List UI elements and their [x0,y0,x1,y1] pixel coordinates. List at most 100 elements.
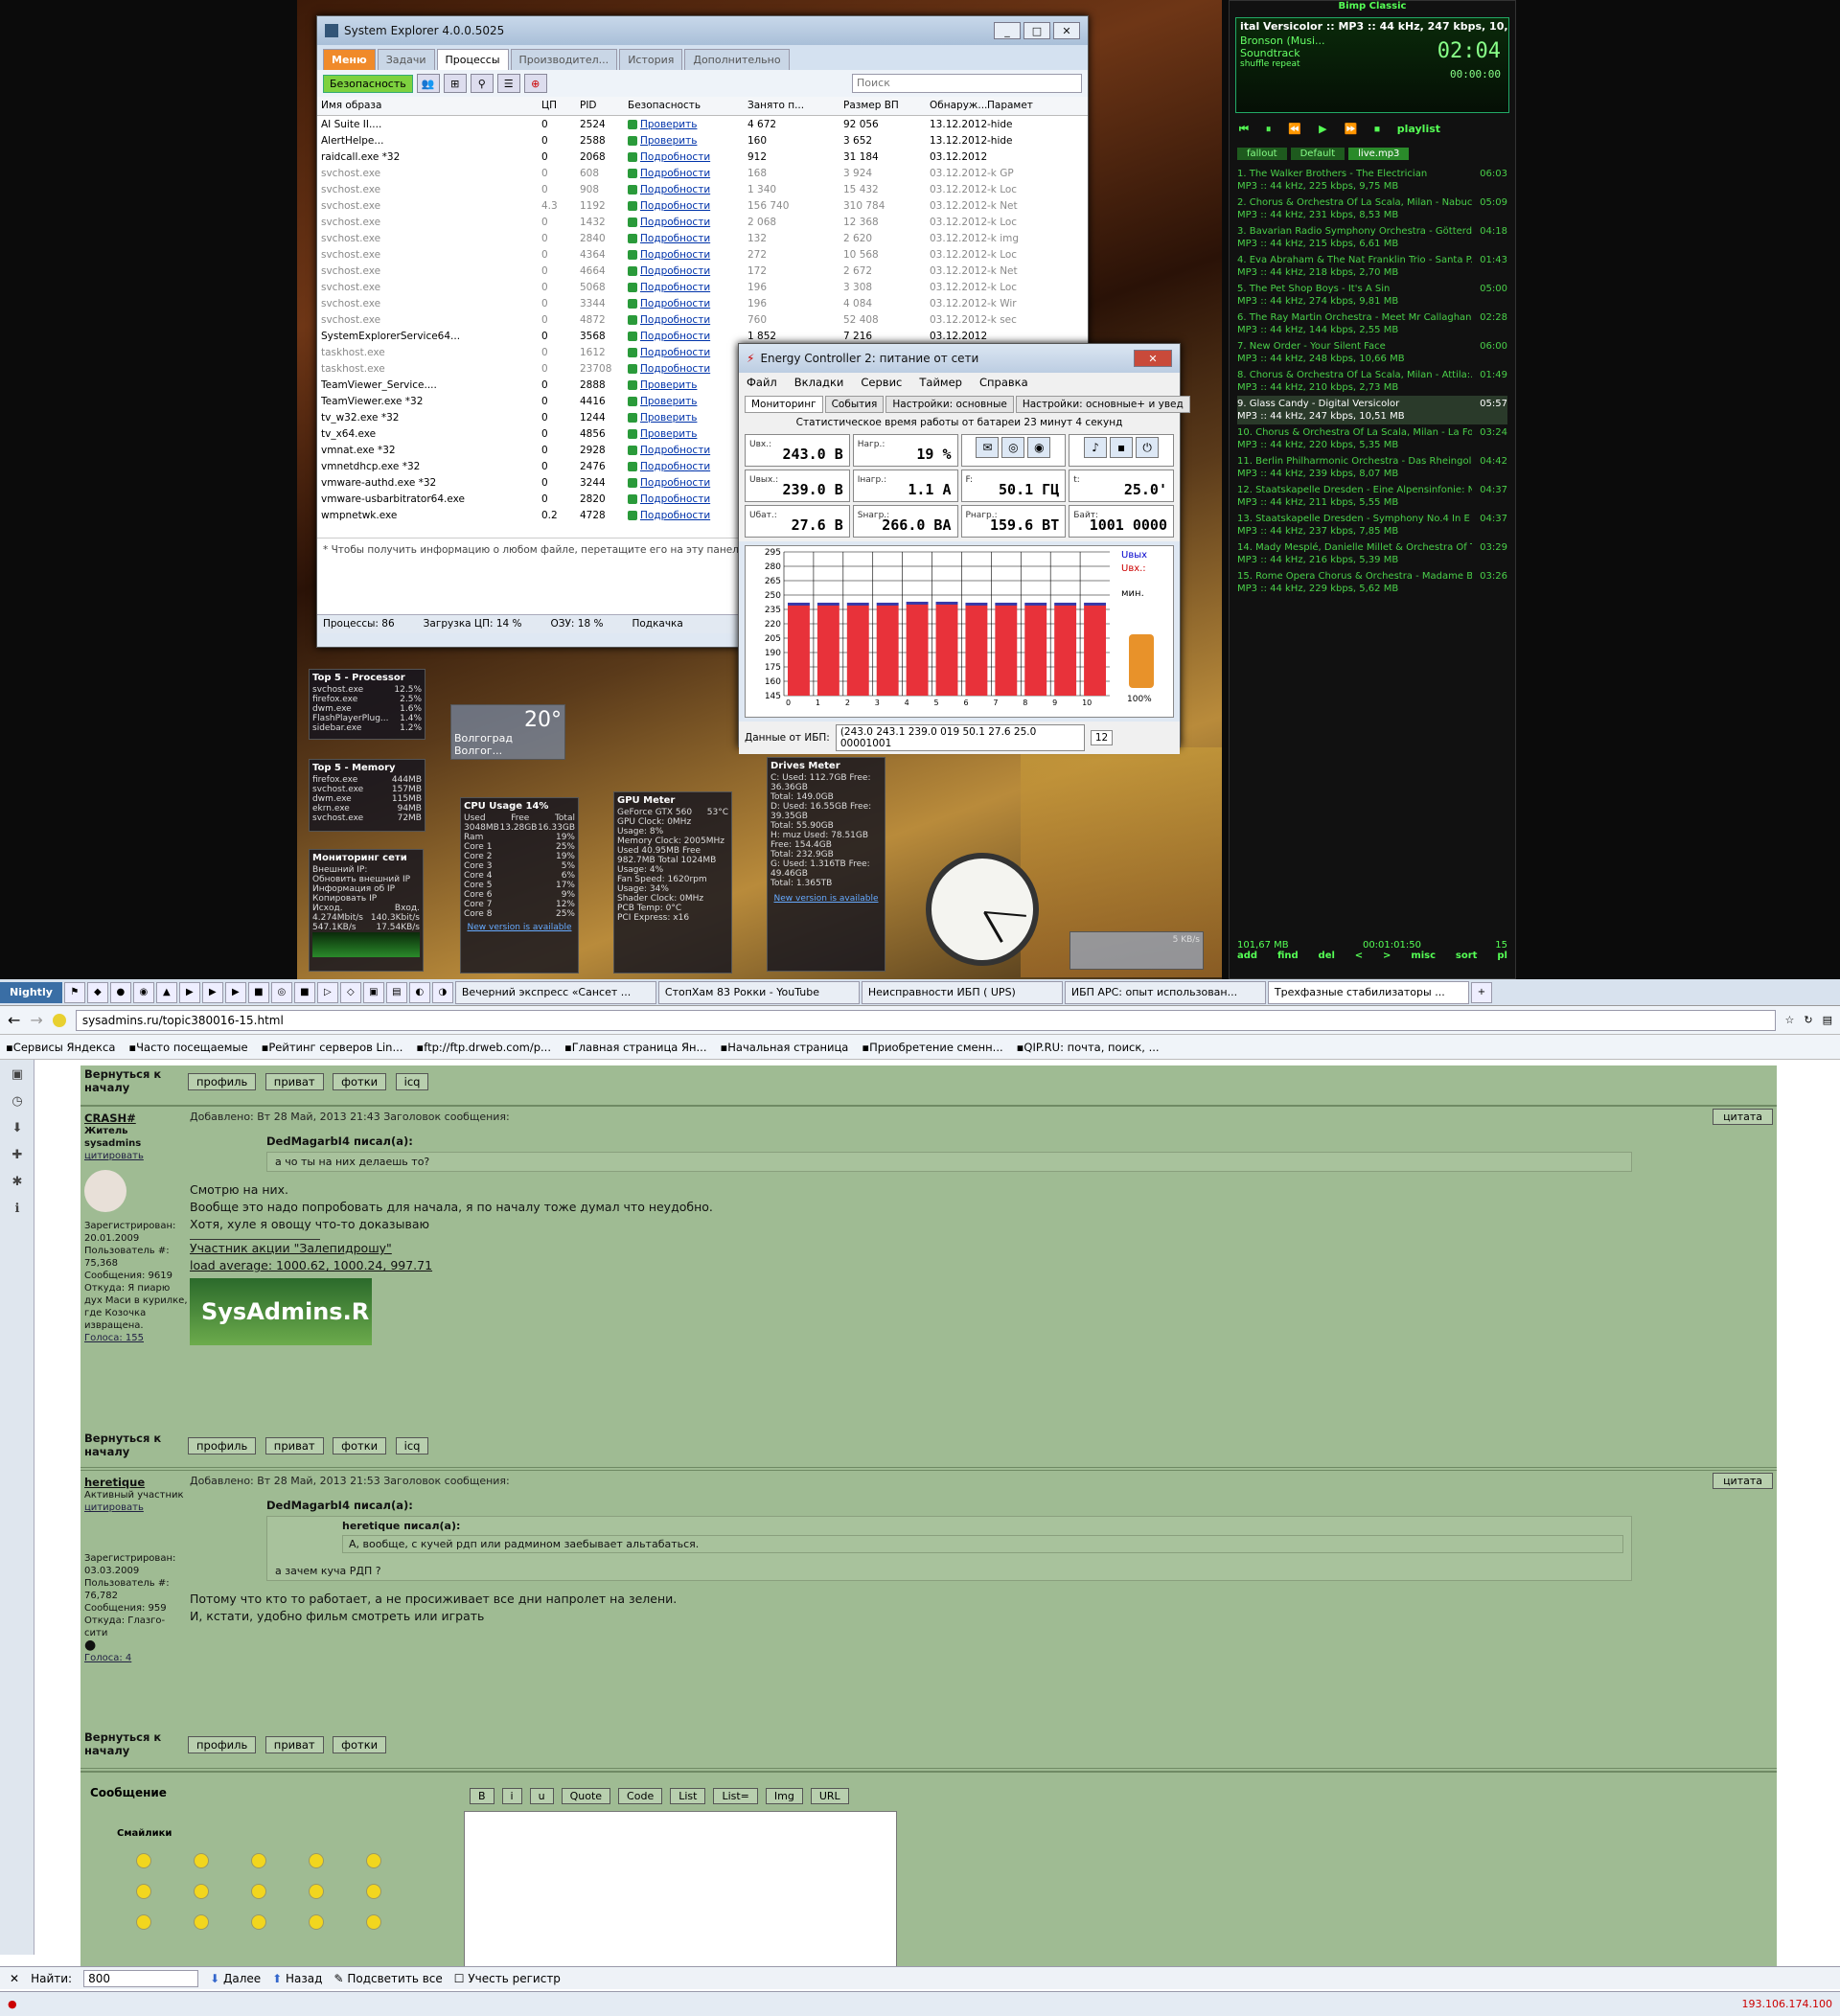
tab-youtube[interactable]: СтопХам 83 Рокки - YouTube [657,980,860,1004]
smiley-icon[interactable] [194,1884,209,1899]
playlist-item[interactable]: 14. Mady Mesplé, Danielle Millet & Orche… [1237,539,1507,568]
smiley-icon[interactable] [136,1914,151,1930]
playlist-item[interactable]: 11. Berlin Philharmonic Orchestra - Das … [1237,453,1507,482]
reload-icon[interactable]: ↻ [1804,1014,1812,1026]
info-side-icon[interactable]: ℹ [8,1202,27,1221]
smiley-icon[interactable] [194,1914,209,1930]
security-link[interactable]: Подробности [640,217,710,228]
preset-fallout[interactable]: fallout [1237,148,1287,160]
playlist-item[interactable]: 7. New Order - Your Silent Face MP3 :: 44… [1237,338,1507,367]
pinned-tab[interactable]: ▷ [316,981,338,1003]
security-link[interactable]: Подробности [640,265,710,277]
back-to-top-link[interactable]: Вернуться к началу [84,1432,180,1458]
photos-button[interactable]: фотки [333,1736,387,1753]
playlist-item[interactable]: 5. The Pet Shop Boys - It's A Sin MP3 :: … [1237,281,1507,309]
process-row[interactable]: raidcall.exe *32 0 2068 Подробности 912 31 18… [317,149,1088,165]
tab-settings-plus[interactable]: Настройки: основные+ и увед [1015,396,1190,413]
username[interactable]: CRASH# [84,1112,188,1125]
highlight-all-button[interactable]: ✎ Подсветить все [334,1972,442,1985]
search-input[interactable]: Поиск [852,74,1082,93]
security-link[interactable]: Проверить [640,428,697,440]
quote-link[interactable]: цитировать [84,1150,188,1162]
tab-history[interactable]: История [619,49,683,70]
bookmark-item[interactable]: ▪QIP.RU: почта, поиск, ... [1017,1041,1160,1054]
menu-tabs[interactable]: Вкладки [794,376,844,391]
editor-button[interactable]: List= [713,1788,758,1804]
playlist-item[interactable]: 10. Chorus & Orchestra Of La Scala, Mila… [1237,424,1507,453]
user-votes[interactable]: Голоса: 155 [84,1332,188,1344]
pinned-tab[interactable]: ▶ [178,981,200,1003]
prev-icon[interactable]: ⏮ [1239,123,1249,144]
playlist-1-button[interactable]: find [1277,951,1299,961]
process-row[interactable]: AI Suite II.... 0 2524 Проверить 4 672 92 056… [317,116,1088,132]
profile-button[interactable]: профиль [188,1073,257,1090]
editor-button[interactable]: Quote [561,1788,611,1804]
back-icon[interactable]: ← [8,1011,20,1029]
security-link[interactable]: Проверить [640,412,697,424]
pinned-tab[interactable]: ◉ [132,981,154,1003]
playlist-item[interactable]: 4. Eva Abraham & The Nat Franklin Trio -… [1237,252,1507,281]
list-icon[interactable]: ☰ [496,74,520,93]
smiley-icon[interactable] [366,1884,381,1899]
bookmark-item[interactable]: ▪Начальная страница [720,1041,848,1054]
find-next-button[interactable]: ⬇ Далее [210,1972,261,1985]
process-row[interactable]: svchost.exe 0 5068 Подробности 196 3 308 03.12… [317,279,1088,295]
pinned-tab[interactable]: ◎ [270,981,292,1003]
twitter-icon[interactable]: ✉ [976,437,1000,458]
security-link[interactable]: Подробности [640,200,710,212]
preset-default[interactable]: Default [1290,148,1346,160]
ec-titlebar[interactable]: ⚡ Energy Controller 2: питание от сети ✕ [739,344,1180,373]
pm-button[interactable]: приват [264,1073,324,1090]
bookmark-item[interactable]: ▪Рейтинг серверов Lin... [262,1041,403,1054]
col-params[interactable]: Парамет [987,100,1054,112]
pinned-tab[interactable]: ● [109,981,131,1003]
bookmarks-icon[interactable]: ▤ [1823,1014,1832,1026]
smiley-icon[interactable] [251,1884,266,1899]
security-link[interactable]: Подробности [640,151,710,163]
cite-button[interactable]: цитата [1713,1109,1773,1125]
process-row[interactable]: svchost.exe 0 1432 Подробности 2 068 12 368 03… [317,214,1088,230]
process-row[interactable]: svchost.exe 0 4664 Подробности 172 2 672 03.12… [317,263,1088,279]
security-link[interactable]: Подробности [640,477,710,489]
security-link[interactable]: Подробности [640,493,710,505]
back-to-top-link[interactable]: Вернуться к началу [84,1067,180,1094]
menu-file[interactable]: Файл [747,376,777,391]
history-side-icon[interactable]: ◷ [8,1094,27,1113]
playlist-button[interactable]: playlist [1397,123,1440,144]
security-link[interactable]: Подробности [640,347,710,358]
pinned-tab[interactable]: ◆ [86,981,108,1003]
pinned-tab[interactable]: ▶ [224,981,246,1003]
new-version-link[interactable]: New version is available [464,923,575,932]
tab-monitoring[interactable]: Мониторинг [745,396,823,413]
col-security[interactable]: Безопасность [628,100,748,112]
icq-button[interactable]: icq [395,1073,429,1090]
playlist-5-button[interactable]: misc [1411,951,1436,961]
smiley-icon[interactable] [136,1853,151,1868]
smiley-icon[interactable] [251,1853,266,1868]
tab-apc[interactable]: ИБП APC: опыт использован... [1064,980,1266,1004]
icq-button[interactable]: icq [395,1437,429,1455]
process-row[interactable]: svchost.exe 0 608 Подробности 168 3 924 03.12.… [317,165,1088,181]
process-row[interactable]: svchost.exe 0 4872 Подробности 760 52 408 03.1… [317,311,1088,328]
security-link[interactable]: Подробности [640,314,710,326]
col-name[interactable]: Имя образа [321,100,541,112]
col-mem[interactable]: Занято п... [748,100,843,112]
tab-extra[interactable]: Дополнительно [684,49,790,70]
tab-performance[interactable]: Производител... [510,49,618,70]
menu-timer[interactable]: Таймер [919,376,962,391]
bookmark-item[interactable]: ▪ftp://ftp.drweb.com/p... [416,1041,551,1054]
tab-sunset[interactable]: Вечерний экспресс «Сансет ... [454,980,656,1004]
process-row[interactable]: SystemExplorerService64... 0 3568 Подробнос… [317,328,1088,344]
bookmark-item[interactable]: ▪Приобретение сменн... [862,1041,1002,1054]
security-link[interactable]: Подробности [640,168,710,179]
rewind-icon[interactable]: ⏪ [1288,123,1301,144]
process-row[interactable]: svchost.exe 0 4364 Подробности 272 10 568 03.1… [317,246,1088,263]
forward-icon[interactable]: ⏩ [1345,123,1358,144]
playlist-item[interactable]: 1. The Walker Brothers - The Electrician… [1237,166,1507,195]
bookmark-item[interactable]: ▪Сервисы Яндекса [6,1041,115,1054]
smiley-icon[interactable] [136,1884,151,1899]
camera-icon[interactable]: ◎ [1001,437,1025,458]
close-button[interactable]: ✕ [1053,22,1080,39]
security-link[interactable]: Подробности [640,445,710,456]
security-link[interactable]: Подробности [640,249,710,261]
